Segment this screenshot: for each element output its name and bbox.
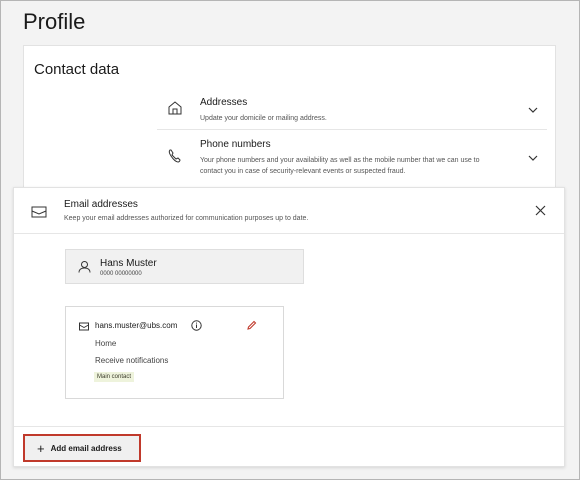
email-card: hans.muster@ubs.com Home Receive notific… bbox=[65, 306, 284, 399]
house-icon bbox=[168, 101, 182, 115]
add-email-address-button[interactable]: + Add email address bbox=[23, 434, 141, 462]
addresses-description: Update your domicile or mailing address. bbox=[200, 115, 327, 122]
chevron-down-icon[interactable] bbox=[527, 104, 539, 116]
phone-numbers-title: Phone numbers bbox=[200, 139, 271, 150]
email-addresses-panel: Email addresses Keep your email addresse… bbox=[13, 187, 565, 467]
email-type: Home bbox=[95, 339, 117, 348]
addresses-title: Addresses bbox=[200, 97, 248, 108]
email-address: hans.muster@ubs.com bbox=[95, 321, 178, 330]
envelope-icon bbox=[31, 206, 47, 218]
section-phone-numbers[interactable]: Phone numbers Your phone numbers and you… bbox=[157, 134, 547, 179]
email-panel-title: Email addresses bbox=[64, 199, 138, 210]
email-notifications: Receive notifications bbox=[95, 356, 169, 365]
email-panel-header: Email addresses Keep your email addresse… bbox=[14, 188, 564, 234]
panel-divider bbox=[14, 426, 564, 427]
contact-data-card: Contact data Addresses Update your domic… bbox=[23, 45, 556, 195]
add-email-address-label: Add email address bbox=[50, 443, 122, 453]
person-name: Hans Muster bbox=[100, 258, 157, 269]
person-number: 0000 00000000 bbox=[100, 271, 142, 277]
chevron-down-icon[interactable] bbox=[527, 152, 539, 164]
close-icon[interactable] bbox=[535, 205, 546, 216]
edit-pencil-icon[interactable] bbox=[246, 320, 257, 331]
plus-icon: + bbox=[37, 440, 45, 456]
person-icon bbox=[78, 261, 91, 273]
phone-icon bbox=[168, 149, 181, 163]
info-icon[interactable] bbox=[191, 320, 202, 331]
section-addresses[interactable]: Addresses Update your domicile or mailin… bbox=[157, 92, 547, 130]
main-contact-badge: Main contact bbox=[94, 372, 135, 382]
phone-numbers-description: Your phone numbers and your availability… bbox=[200, 157, 480, 175]
contact-data-title: Contact data bbox=[34, 61, 120, 78]
page-title: Profile bbox=[23, 9, 86, 34]
envelope-icon bbox=[79, 322, 89, 331]
email-panel-description: Keep your email addresses authorized for… bbox=[64, 215, 309, 222]
person-card: Hans Muster 0000 00000000 bbox=[65, 249, 304, 284]
